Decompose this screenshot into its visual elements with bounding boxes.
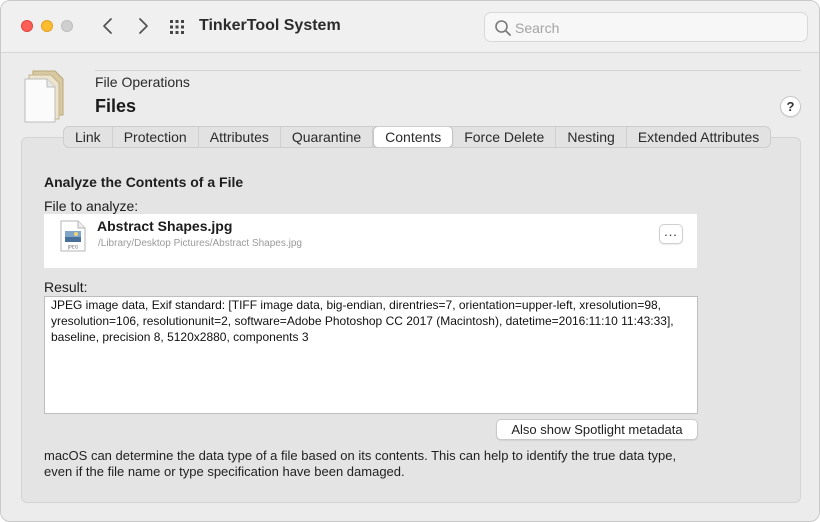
tab-contents[interactable]: Contents — [373, 127, 454, 147]
choose-file-button[interactable]: ... — [659, 224, 683, 244]
help-button[interactable]: ? — [780, 96, 801, 117]
tab-bar: Link Protection Attributes Quarantine Co… — [63, 126, 772, 148]
tab-quarantine[interactable]: Quarantine — [281, 127, 374, 147]
toolbar: TinkerTool System — [1, 1, 819, 53]
header-divider — [95, 70, 801, 71]
file-document-icon — [24, 70, 64, 123]
section-name: File Operations — [95, 74, 190, 90]
app-window: TinkerTool System File Operations Files … — [0, 0, 820, 522]
section-heading: Analyze the Contents of a File — [44, 174, 244, 190]
tab-extended-attributes[interactable]: Extended Attributes — [627, 127, 770, 147]
app-title: TinkerTool System — [199, 17, 341, 34]
search-input[interactable] — [515, 18, 795, 38]
show-spotlight-metadata-button[interactable]: Also show Spotlight metadata — [496, 419, 698, 440]
tab-nesting[interactable]: Nesting — [556, 127, 627, 147]
tab-link[interactable]: Link — [64, 127, 113, 147]
close-window-button[interactable] — [21, 20, 33, 32]
jpeg-file-icon: JPEG — [60, 220, 86, 252]
result-label: Result: — [44, 279, 88, 295]
maximize-window-button[interactable] — [61, 20, 73, 32]
minimize-window-button[interactable] — [41, 20, 53, 32]
file-path: /Library/Desktop Pictures/Abstract Shape… — [98, 238, 302, 249]
show-all-button[interactable] — [169, 19, 185, 35]
result-text-area[interactable]: JPEG image data, Exif standard: [TIFF im… — [44, 296, 698, 414]
chevron-left-icon — [103, 18, 112, 34]
search-field[interactable] — [484, 12, 808, 42]
search-icon — [495, 20, 511, 36]
file-drop-area[interactable]: JPEG Abstract Shapes.jpg /Library/Deskto… — [44, 214, 697, 268]
back-button[interactable] — [97, 15, 119, 37]
tab-force-delete[interactable]: Force Delete — [453, 127, 557, 147]
description-text: macOS can determine the data type of a f… — [44, 448, 677, 479]
tab-attributes[interactable]: Attributes — [199, 127, 281, 147]
file-label: File to analyze: — [44, 198, 139, 214]
page-title: Files — [95, 96, 137, 116]
forward-button[interactable] — [132, 15, 154, 37]
grid-icon — [170, 20, 184, 34]
file-name: Abstract Shapes.jpg — [97, 218, 233, 234]
svg-text:JPEG: JPEG — [67, 245, 79, 251]
tab-protection[interactable]: Protection — [113, 127, 199, 147]
chevron-right-icon — [139, 18, 148, 34]
